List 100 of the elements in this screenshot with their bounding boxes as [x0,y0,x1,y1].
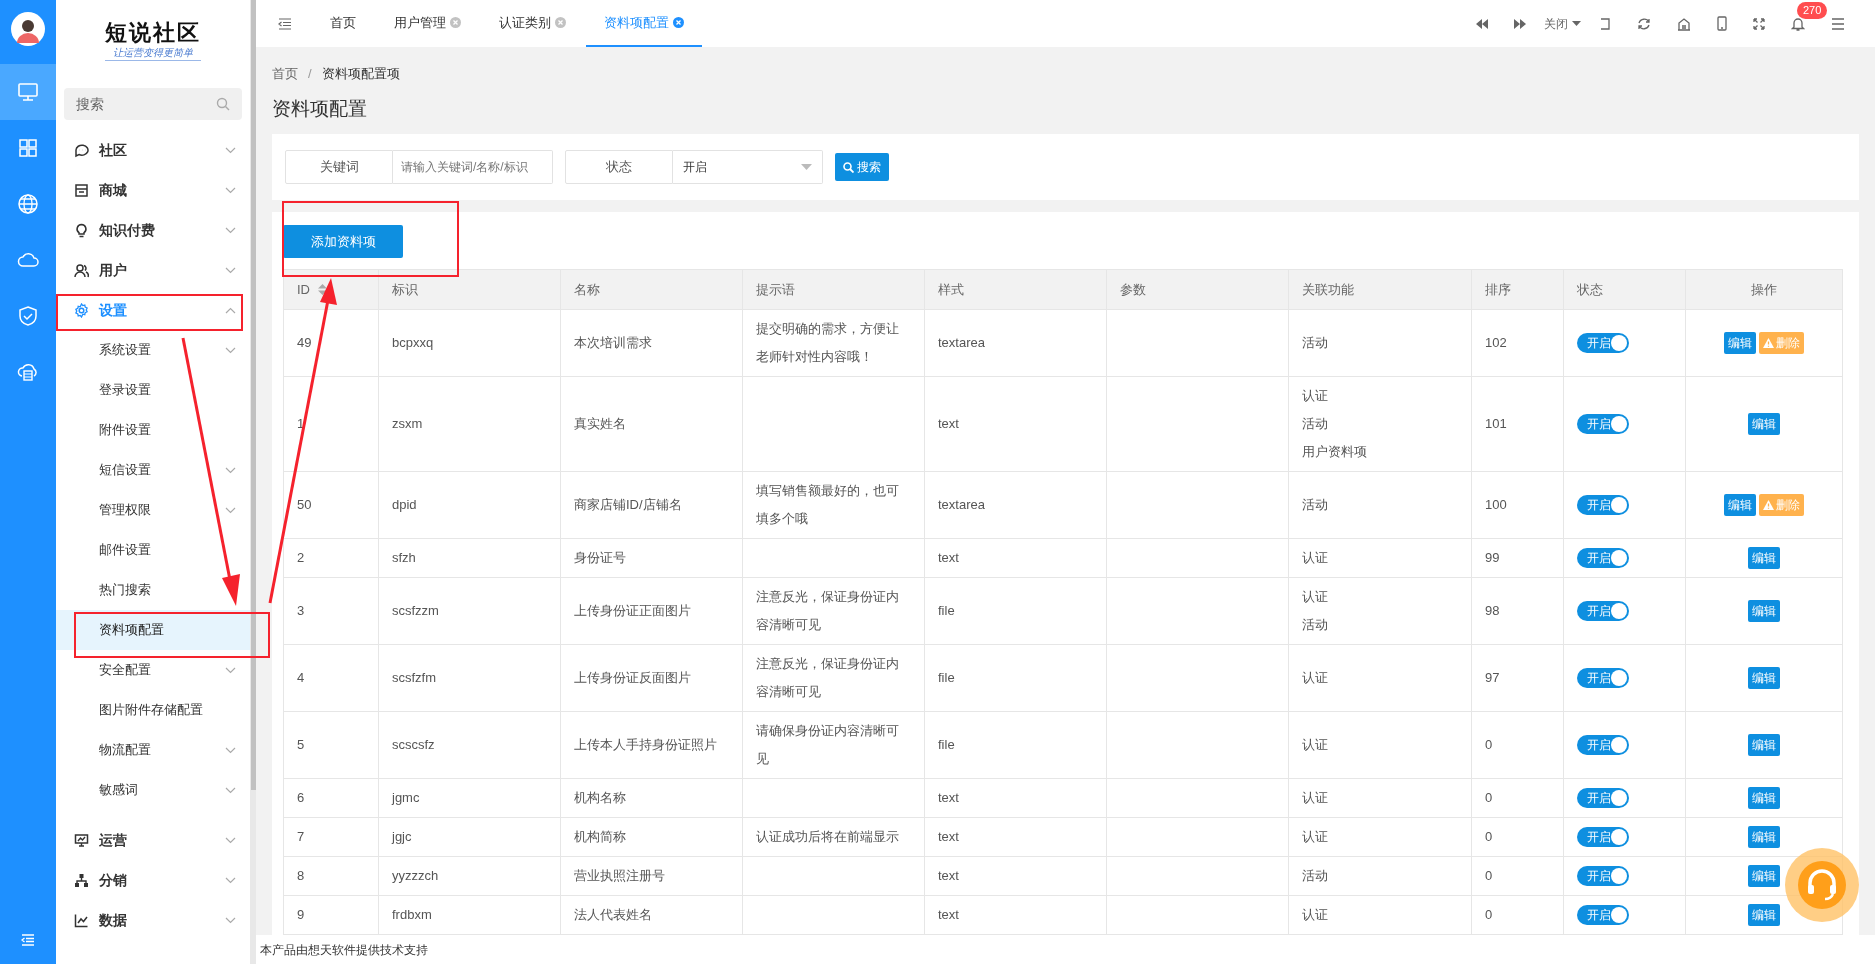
delete-button[interactable]: 删除 [1759,494,1804,516]
menu-item[interactable]: 用户 [56,250,250,290]
table-cell: 营业执照注册号 [574,868,665,883]
table-cell: sfzh [392,550,416,565]
presentation-icon [74,832,89,848]
status-toggle[interactable]: 开启 [1577,735,1629,755]
table-cell: file [938,737,955,752]
menu-item[interactable]: 数据 [56,900,250,940]
search-button[interactable]: 搜索 [835,153,889,181]
refresh-icon[interactable] [1637,16,1651,31]
tab[interactable]: 首页 [312,0,374,47]
table-cell-text: 认证成功后将在前端显示 [756,828,900,846]
grid-icon [17,137,39,159]
table-cell: 3 [297,603,305,618]
keyword-field[interactable]: 请输入关键词/名称/标识 [393,150,553,184]
collapse-icon[interactable] [278,17,292,30]
table-cell: 真实姓名 [574,416,626,431]
submenu-item[interactable]: 邮件设置 [56,530,250,570]
breadcrumb-link[interactable]: 首页 [272,64,298,84]
close-icon[interactable] [450,17,461,28]
edit-button[interactable]: 编辑 [1748,600,1780,622]
return-icon[interactable] [1599,17,1611,30]
status-toggle[interactable]: 开启 [1577,495,1629,515]
hierarchy-icon [74,872,89,888]
table-cell: 7 [297,829,305,844]
status-select[interactable]: 开启 [673,150,823,184]
table-cell: 本次培训需求 [574,335,652,350]
submenu-item[interactable]: 物流配置 [56,730,250,770]
phone-icon[interactable] [1717,16,1727,31]
status-toggle[interactable]: 开启 [1577,601,1629,621]
close-icon[interactable] [673,17,684,28]
status-toggle[interactable]: 开启 [1577,788,1629,808]
menu-item[interactable]: 分销 [56,860,250,900]
menu-item[interactable]: 社区 [56,130,250,170]
table-cell-text: 填写销售额最好的，也可填多个哦 [756,482,900,528]
table-cell: scscsfz [392,737,435,752]
submenu-item[interactable]: 系统设置 [56,330,250,370]
status-toggle[interactable]: 开启 [1577,414,1629,434]
edit-button[interactable]: 编辑 [1748,547,1780,569]
edit-button[interactable]: 编辑 [1748,904,1780,926]
submenu-item[interactable]: 管理权限 [56,490,250,530]
gear-icon [74,302,89,318]
scrollbar[interactable] [250,0,256,790]
status-toggle[interactable]: 开启 [1577,905,1629,925]
tab[interactable]: 认证类别 [481,0,584,47]
table-cell: 49 [297,335,312,350]
breadcrumb-link[interactable]: 资料项配置项 [321,64,400,84]
table-cell: 6 [297,790,305,805]
status-toggle[interactable]: 开启 [1577,548,1629,568]
caret-icon [801,164,812,170]
table-cell: 机构简称 [574,829,626,844]
close-menu[interactable]: 关闭 [1544,14,1581,33]
edit-button[interactable]: 编辑 [1748,667,1780,689]
submenu-item[interactable]: 登录设置 [56,370,250,410]
table-cell: jgjc [392,829,412,844]
add-button[interactable]: 添加资料项 [283,225,403,258]
menu-item[interactable]: 商城 [56,170,250,210]
cloud-server-icon [17,361,39,383]
chat-icon [74,142,89,158]
rail-item[interactable] [0,64,56,120]
submenu-item[interactable]: 图片附件存储配置 [56,690,250,730]
tab[interactable]: 资料项配置 [586,0,702,47]
table-cell: scsfzfm [392,670,437,685]
tab[interactable]: 用户管理 [376,0,479,47]
menu-icon[interactable] [1831,17,1845,30]
status-toggle[interactable]: 开启 [1577,333,1629,353]
edit-button[interactable]: 编辑 [1748,734,1780,756]
edit-button[interactable]: 编辑 [1724,332,1756,354]
column-header[interactable]: ID [297,279,327,300]
status-toggle[interactable]: 开启 [1577,866,1629,886]
status-toggle[interactable]: 开启 [1577,827,1629,847]
edit-button[interactable]: 编辑 [1748,787,1780,809]
bell-icon[interactable] [1791,16,1805,31]
fast-forward-icon[interactable] [1514,18,1526,29]
edit-button[interactable]: 编辑 [1724,494,1756,516]
fullscreen-icon[interactable] [1753,17,1765,30]
table-cell-text: 注意反光，保证身份证内容清晰可见 [756,655,900,701]
edit-button[interactable]: 编辑 [1748,865,1780,887]
search-field[interactable]: 搜索 [64,88,242,120]
table-cell: bcpxxq [392,335,434,350]
table-cell: scsfzzm [392,603,439,618]
search-icon [843,161,854,173]
close-icon[interactable] [555,17,566,28]
submenu-item[interactable]: 热门搜索 [56,570,250,610]
status-toggle[interactable]: 开启 [1577,668,1629,688]
menu-item[interactable]: 知识付费 [56,210,250,250]
rewind-icon[interactable] [1476,18,1488,29]
submenu-item[interactable]: 安全配置 [56,650,250,690]
submenu-item[interactable]: 短信设置 [56,450,250,490]
edit-button[interactable]: 编辑 [1748,413,1780,435]
table-cell-text: 认证 [1302,906,1329,924]
menu-item[interactable]: 运营 [56,820,250,860]
menu-item[interactable]: 设置 [56,290,250,330]
building-icon[interactable] [1677,16,1691,31]
submenu-item[interactable]: 敏感词 [56,770,250,810]
submenu-item[interactable]: 附件设置 [56,410,250,450]
submenu-item[interactable]: 资料项配置 [56,610,250,650]
edit-button[interactable]: 编辑 [1748,826,1780,848]
sort-icon[interactable] [318,284,327,295]
delete-button[interactable]: 删除 [1759,332,1804,354]
